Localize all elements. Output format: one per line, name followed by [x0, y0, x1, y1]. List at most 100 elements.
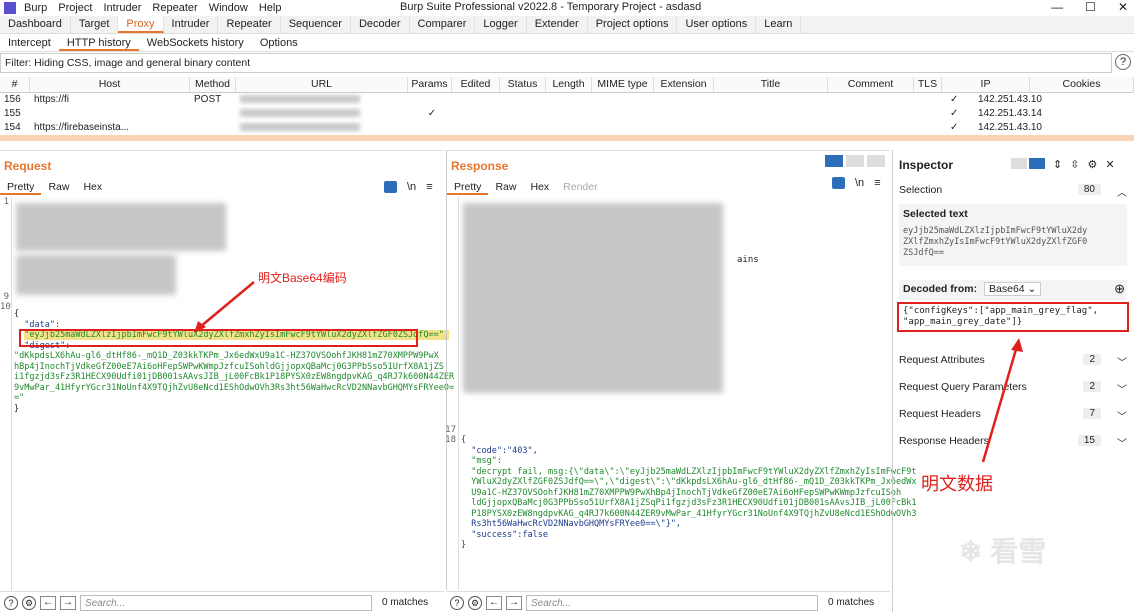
maximize-icon[interactable]: ☐ — [1085, 0, 1096, 14]
tab-sequencer[interactable]: Sequencer — [281, 16, 351, 33]
add-icon[interactable]: ⊕ — [1114, 281, 1125, 297]
table-row-selected[interactable] — [0, 135, 1134, 141]
help-icon[interactable]: ? — [1115, 54, 1131, 70]
column-header[interactable]: Status — [500, 77, 546, 92]
row-method: POST — [194, 94, 222, 105]
table-row[interactable]: 154 https://firebaseinsta... ✓ 142.251.43.1… — [0, 121, 1134, 135]
next-icon[interactable]: → — [506, 595, 522, 610]
close-icon[interactable]: ✕ — [1105, 158, 1114, 171]
app-name[interactable]: Burp — [24, 2, 47, 14]
tab-proxy[interactable]: Proxy — [118, 16, 164, 33]
section-count: 7 — [1083, 408, 1101, 419]
column-header[interactable]: Comment — [828, 77, 914, 92]
filter-bar[interactable]: Filter: Hiding CSS, image and general bi… — [0, 53, 1112, 73]
chevron-down-icon[interactable]: ﹀ — [1117, 408, 1127, 423]
next-icon[interactable]: → — [60, 595, 76, 610]
search-input[interactable]: Search... — [526, 594, 818, 611]
column-header[interactable]: IP — [942, 77, 1030, 92]
help-icon[interactable]: ? — [450, 595, 464, 610]
chevron-down-icon[interactable]: ﹀ — [1117, 354, 1127, 369]
request-tab-pretty[interactable]: Pretty — [0, 181, 42, 195]
settings-icon[interactable]: ⚙ — [468, 595, 482, 610]
wrap-icon[interactable] — [832, 177, 845, 189]
table-row[interactable]: 155 ✓ ✓ 142.251.43.14 — [0, 107, 1134, 121]
help-icon[interactable]: ? — [4, 595, 18, 610]
tab-project-options[interactable]: Project options — [588, 16, 678, 33]
response-tab-pretty[interactable]: Pretty — [447, 181, 489, 195]
column-header[interactable]: Method — [190, 77, 236, 92]
column-header[interactable]: Edited — [452, 77, 500, 92]
close-icon[interactable]: ✕ — [1118, 0, 1128, 14]
menu-icon[interactable]: ≡ — [874, 177, 880, 189]
layout-icon[interactable] — [1011, 158, 1027, 169]
request-tools: \n ≡ — [384, 181, 433, 193]
newline-icon[interactable]: \n — [407, 181, 416, 193]
column-header[interactable]: Host — [30, 77, 190, 92]
tab-user-options[interactable]: User options — [677, 16, 757, 33]
chevron-down-icon[interactable]: ﹀ — [1117, 381, 1127, 396]
menu-icon[interactable]: ≡ — [426, 181, 432, 193]
column-header[interactable]: URL — [236, 77, 408, 92]
request-tab-raw[interactable]: Raw — [41, 181, 76, 195]
search-input[interactable]: Search... — [80, 594, 372, 611]
row-tls: ✓ — [950, 94, 959, 105]
response-line: YWluX2dyZXlfZGF0ZSJdfQ==\",\"digest\":\"… — [461, 477, 917, 487]
chevron-down-icon[interactable]: ﹀ — [1117, 435, 1127, 450]
menu-item-intruder[interactable]: Intruder — [104, 2, 142, 14]
split-view-icon[interactable] — [825, 155, 843, 167]
tab-logger[interactable]: Logger — [475, 16, 527, 33]
tab-decoder[interactable]: Decoder — [351, 16, 410, 33]
menu-item-window[interactable]: Window — [209, 2, 248, 14]
tab-target[interactable]: Target — [71, 16, 119, 33]
request-tab-hex[interactable]: Hex — [76, 181, 109, 195]
tab-repeater[interactable]: Repeater — [218, 16, 281, 33]
redacted-headers — [16, 203, 226, 251]
horizontal-view-icon[interactable] — [846, 155, 864, 167]
menu-item-project[interactable]: Project — [58, 2, 92, 14]
column-header[interactable]: Title — [714, 77, 828, 92]
layout-icon[interactable] — [1029, 158, 1045, 169]
response-line: "msg": — [461, 456, 502, 466]
proxy-sub-tabs: Intercept HTTP history WebSockets history O… — [0, 34, 1134, 52]
response-tab-raw[interactable]: Raw — [488, 181, 523, 195]
menu-item-repeater[interactable]: Repeater — [152, 2, 197, 14]
subtab-websockets-history[interactable]: WebSockets history — [139, 34, 252, 51]
tab-intruder[interactable]: Intruder — [164, 16, 219, 33]
newline-icon[interactable]: \n — [855, 177, 864, 189]
subtab-options[interactable]: Options — [252, 34, 306, 51]
table-row[interactable]: 156 https://fi POST ✓ 142.251.43.10 — [0, 93, 1134, 107]
single-view-icon[interactable] — [867, 155, 885, 167]
prev-icon[interactable]: ← — [40, 595, 56, 610]
menu-item-help[interactable]: Help — [259, 2, 282, 14]
decoding-select[interactable]: Base64 ⌄ — [984, 282, 1042, 296]
request-bottom-bar: ? ⚙ ← → Search... 0 matches — [0, 591, 444, 613]
tab-comparer[interactable]: Comparer — [410, 16, 476, 33]
selection-row[interactable]: Selection 80 ︿ — [893, 184, 1134, 199]
collapse-icon[interactable]: ⇳ — [1070, 158, 1079, 171]
prev-icon[interactable]: ← — [486, 595, 502, 610]
response-view-tabs: Pretty Raw Hex Render — [447, 181, 605, 195]
decoded-highlight-box — [897, 302, 1129, 332]
column-header[interactable]: MIME type — [592, 77, 654, 92]
response-tab-render[interactable]: Render — [556, 181, 604, 195]
tab-dashboard[interactable]: Dashboard — [0, 16, 71, 33]
wrap-icon[interactable] — [384, 181, 397, 193]
minimize-icon[interactable]: — — [1051, 0, 1063, 14]
expand-icon[interactable]: ⇕ — [1053, 158, 1062, 171]
column-header[interactable]: # — [0, 77, 30, 92]
response-tab-hex[interactable]: Hex — [523, 181, 556, 195]
response-body[interactable]: { "code":"403", "msg": "decrypt fail, ms… — [461, 435, 916, 551]
column-header[interactable]: TLS — [914, 77, 942, 92]
column-header[interactable]: Params — [408, 77, 452, 92]
inspector-tools: ⇕ ⇳ ⚙ ✕ — [1011, 158, 1115, 171]
column-header[interactable]: Length — [546, 77, 592, 92]
tab-extender[interactable]: Extender — [527, 16, 588, 33]
settings-icon[interactable]: ⚙ — [1087, 158, 1097, 171]
settings-icon[interactable]: ⚙ — [22, 595, 36, 610]
inspector-panel: Inspector ⇕ ⇳ ⚙ ✕ Selection 80 ︿ Selected … — [892, 150, 1134, 612]
column-header[interactable]: Cookies — [1030, 77, 1134, 92]
tab-learn[interactable]: Learn — [756, 16, 802, 33]
column-header[interactable]: Extension — [654, 77, 714, 92]
subtab-intercept[interactable]: Intercept — [0, 34, 59, 51]
subtab-http-history[interactable]: HTTP history — [58, 34, 139, 51]
